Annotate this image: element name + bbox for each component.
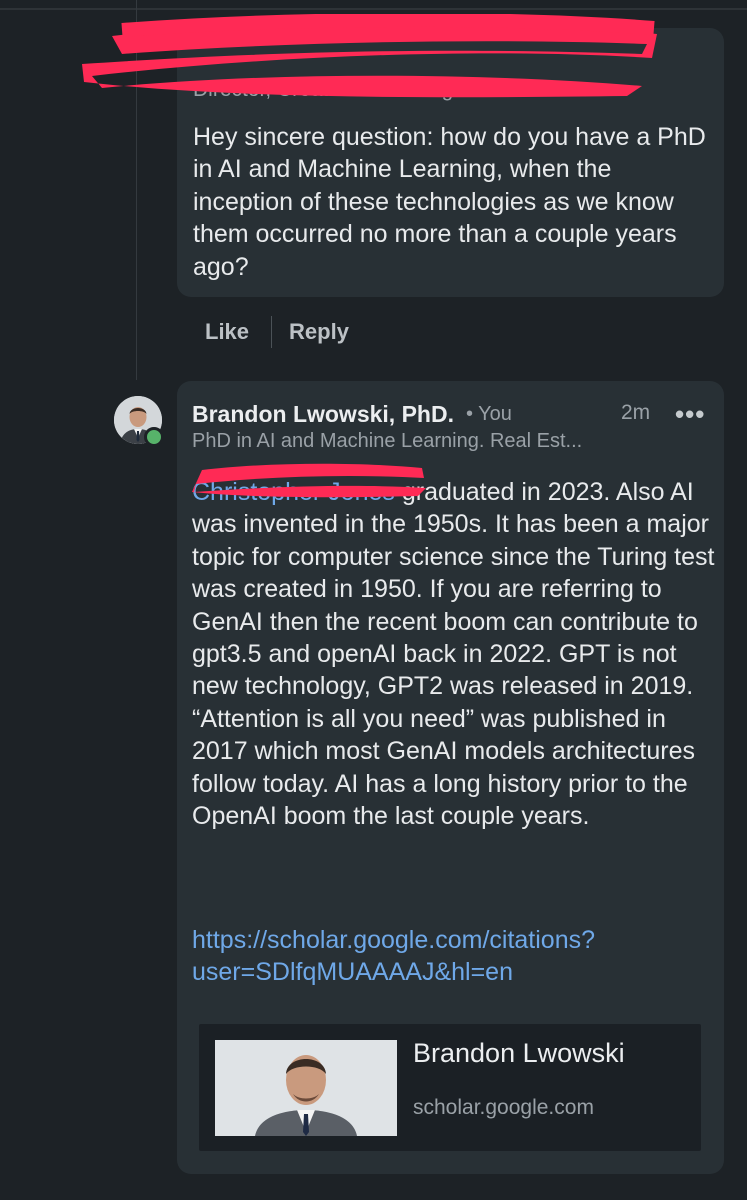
comment-timestamp: 2m <box>621 401 651 424</box>
redaction-scribble-2 <box>192 463 426 498</box>
comment-1-text: Hey sincere question: how do you have a … <box>193 123 706 281</box>
redaction-scribble <box>82 14 657 98</box>
scholar-link[interactable]: https://scholar.google.com/citations?use… <box>192 924 712 989</box>
author-name[interactable]: Brandon Lwowski, PhD. <box>192 401 454 428</box>
author-headline: PhD in AI and Machine Learning. Real Est… <box>192 430 583 452</box>
preview-image <box>215 1040 397 1136</box>
action-separator <box>271 316 273 348</box>
author-relation: • You <box>465 402 512 425</box>
link-preview-card[interactable]: Brandon Lwowski scholar.google.com <box>199 1024 701 1151</box>
comment-actions: Like Reply <box>205 316 349 348</box>
top-divider <box>0 8 747 10</box>
comment-2-body: graduated in 2023. Also AI was invented … <box>192 478 715 831</box>
reply-button[interactable]: Reply <box>289 319 349 345</box>
like-button[interactable]: Like <box>205 319 249 345</box>
comment-header: Brandon Lwowski, PhD. • You 2m ••• <box>192 399 712 429</box>
comment-2-text: Christopher Jones graduated in 2023. Als… <box>192 476 717 832</box>
preview-title: Brandon Lwowski <box>413 1038 625 1068</box>
preview-domain: scholar.google.com <box>413 1096 594 1119</box>
more-options-icon[interactable]: ••• <box>675 399 705 430</box>
online-status-icon <box>144 427 164 447</box>
